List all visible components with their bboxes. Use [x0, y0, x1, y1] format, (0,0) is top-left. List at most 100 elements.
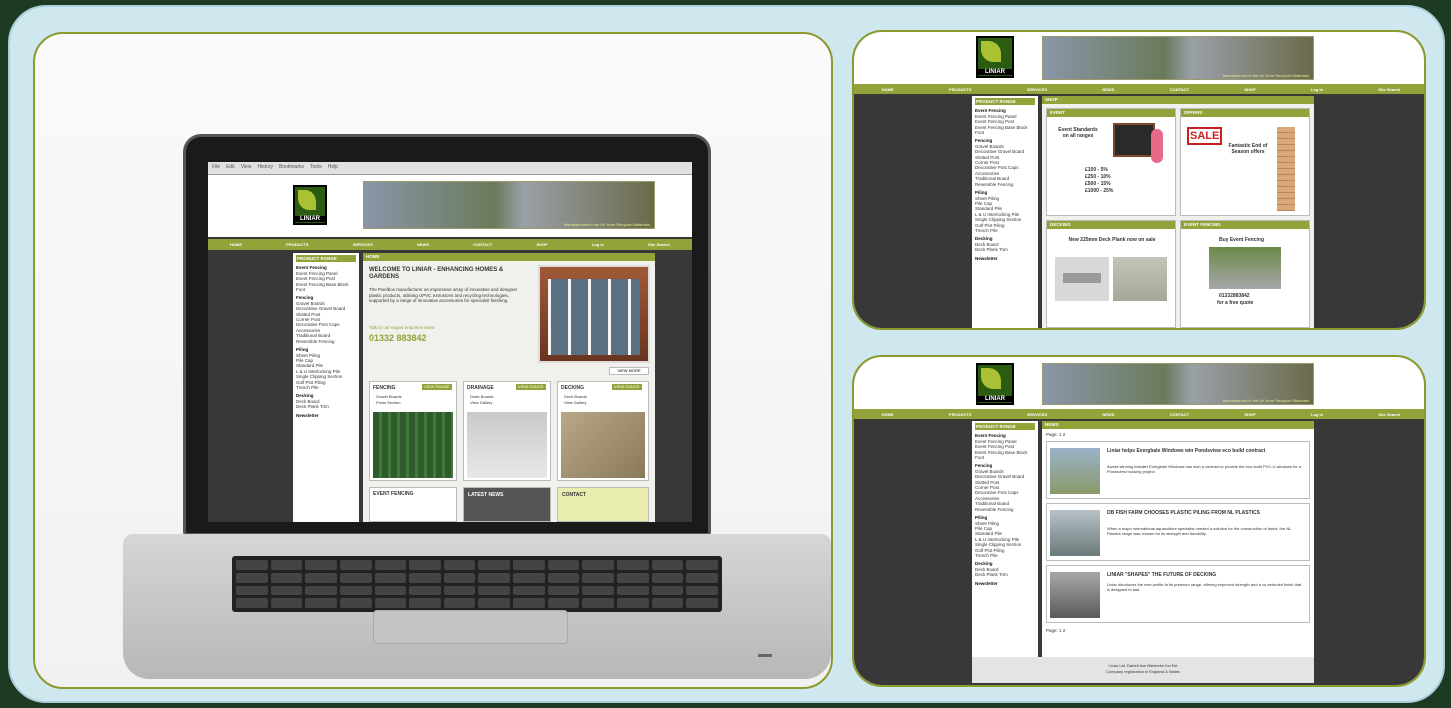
- browser-menu-item[interactable]: Help: [328, 164, 338, 172]
- view-more-button[interactable]: VIEW MORE: [609, 367, 649, 375]
- sidebar-item[interactable]: Reversible Fencing: [975, 182, 1035, 187]
- cell-head: EVENT: [1047, 109, 1175, 117]
- nav-contact[interactable]: CONTACT: [473, 242, 492, 247]
- browser-menu-item[interactable]: View: [241, 164, 252, 172]
- browser-menu-item[interactable]: History: [257, 164, 273, 172]
- shop-cell-event[interactable]: EVENT Event Standards on all ranges £100…: [1046, 108, 1176, 216]
- nav-home[interactable]: HOME: [882, 412, 894, 417]
- sidebar-item[interactable]: Deck Plank Trim: [296, 404, 356, 409]
- news-item[interactable]: Liniar helps Evergbale Windows win Ponds…: [1046, 441, 1310, 499]
- cell-title: New 225mm Deck Plank now on sale: [1068, 237, 1156, 243]
- laptop-panel: File Edit View History Bookmarks Tools H…: [33, 32, 833, 689]
- browser-menubar: File Edit View History Bookmarks Tools H…: [208, 162, 692, 175]
- news-item[interactable]: LINIAR "SHAPES" THE FUTURE OF DECKING Li…: [1046, 565, 1310, 623]
- sidebar-item[interactable]: Deck Plank Trim: [975, 247, 1035, 252]
- sidebar-item[interactable]: Trench Pile: [296, 385, 356, 390]
- liniar-logo[interactable]: LINIAR: [976, 36, 1014, 78]
- sidebar-item[interactable]: Reversible Fencing: [975, 507, 1035, 512]
- sidebar-group-title[interactable]: Newsletter: [975, 581, 1035, 586]
- site-footer: Liniar Ltd. Dabell Ave Blenheim Ind Est …: [972, 657, 1314, 683]
- phone-number[interactable]: 01332 883842: [369, 333, 427, 343]
- sidebar-item[interactable]: Deck Plank Trim: [975, 572, 1035, 577]
- cell-sub: for a free quote: [1217, 300, 1254, 306]
- news-pager-bottom[interactable]: Page: 1 2: [1046, 628, 1065, 634]
- nav-home[interactable]: HOME: [882, 87, 894, 92]
- sidebar-group-title[interactable]: Newsletter: [975, 256, 1035, 261]
- laptop-screen: File Edit View History Bookmarks Tools H…: [208, 162, 692, 522]
- news-title[interactable]: DB FISH FARM CHOOSES PLASTIC PILING FROM…: [1107, 510, 1303, 516]
- tile-title: EVENT FENCING: [373, 491, 414, 497]
- nav-news[interactable]: NEWS: [417, 242, 429, 247]
- cell-phone[interactable]: 01332883842: [1219, 293, 1250, 299]
- sidebar-item[interactable]: Reversible Fencing: [296, 339, 356, 344]
- tile-bullet[interactable]: Posts Section: [376, 400, 400, 406]
- news-body: Award-winning installer Evergbale Window…: [1107, 464, 1302, 474]
- laptop-keyboard: [232, 556, 722, 612]
- news-item[interactable]: DB FISH FARM CHOOSES PLASTIC PILING FROM…: [1046, 503, 1310, 561]
- shop-cell-event-fencing[interactable]: EVENT FENCING Buy Event Fencing 01332883…: [1180, 220, 1310, 328]
- nav-shop[interactable]: SHOP: [1244, 87, 1255, 92]
- board-sample: [1277, 127, 1295, 211]
- event-fencing-photo: [1209, 247, 1281, 289]
- nav-shop[interactable]: SHOP: [536, 242, 547, 247]
- price-line: £100 - 5%: [1085, 167, 1108, 173]
- view-range-button[interactable]: VIEW RANGE: [516, 384, 546, 390]
- browser-menu-item[interactable]: File: [212, 164, 220, 172]
- fencing-tile[interactable]: FENCING VIEW RANGE Gravel Boards Posts S…: [369, 381, 457, 481]
- header-banner: Manufactured in the UK from Recycled Mat…: [1042, 363, 1314, 405]
- search-link[interactable]: Site Search: [648, 242, 670, 247]
- nav-products[interactable]: PRODUCTS: [949, 87, 971, 92]
- nav-news[interactable]: NEWS: [1102, 87, 1114, 92]
- laptop-lid: File Edit View History Bookmarks Tools H…: [183, 134, 711, 536]
- news-title[interactable]: LINIAR "SHAPES" THE FUTURE OF DECKING: [1107, 572, 1303, 578]
- news-pager[interactable]: Page: 1 2: [1046, 432, 1065, 438]
- sidebar-item[interactable]: Foot: [975, 130, 1035, 135]
- browser-menu-item[interactable]: Bookmarks: [279, 164, 304, 172]
- tile-title: CONTACT: [562, 492, 587, 498]
- nav-contact[interactable]: CONTACT: [1170, 412, 1189, 417]
- news-title[interactable]: Liniar helps Evergbale Windows win Ponds…: [1107, 448, 1303, 454]
- welcome-heading: WELCOME TO LINIAR - ENHANCING HOMES & GA…: [369, 267, 504, 280]
- tile-bullet[interactable]: View Gallery: [470, 400, 492, 406]
- shop-page: LINIAR Manufactured in the UK from Recyc…: [854, 32, 1424, 328]
- nav-contact[interactable]: CONTACT: [1170, 87, 1189, 92]
- event-fencing-tile[interactable]: EVENT FENCING: [369, 487, 457, 522]
- nav-news[interactable]: NEWS: [1102, 412, 1114, 417]
- browser-menu-item[interactable]: Edit: [226, 164, 235, 172]
- nav-products[interactable]: PRODUCTS: [949, 412, 971, 417]
- nav-services[interactable]: SERVICES: [353, 242, 373, 247]
- login-link[interactable]: Log In: [1311, 87, 1323, 92]
- sidebar-item[interactable]: Trench Pile: [975, 228, 1035, 233]
- view-range-button[interactable]: VIEW RANGE: [612, 384, 642, 390]
- sidebar-group-title[interactable]: Newsletter: [296, 413, 356, 418]
- login-link[interactable]: Log In: [592, 242, 604, 247]
- tile-bullet[interactable]: View Gallery: [564, 400, 586, 406]
- nav-services[interactable]: SERVICES: [1027, 412, 1047, 417]
- browser-menu-item[interactable]: Tools: [310, 164, 322, 172]
- news-thumbnail: [1050, 510, 1100, 556]
- main-nav: HOME PRODUCTS SERVICES NEWS CONTACT SHOP…: [854, 409, 1424, 419]
- nav-shop[interactable]: SHOP: [1244, 412, 1255, 417]
- tile-title: DECKING: [561, 385, 585, 391]
- shop-cell-decking[interactable]: DECKING New 225mm Deck Plank now on sale: [1046, 220, 1176, 328]
- nav-services[interactable]: SERVICES: [1027, 87, 1047, 92]
- nav-home[interactable]: HOME: [230, 242, 242, 247]
- sidebar-item[interactable]: Trench Pile: [975, 553, 1035, 558]
- contact-tile[interactable]: CONTACT: [557, 487, 649, 522]
- login-link[interactable]: Log In: [1311, 412, 1323, 417]
- sidebar-item[interactable]: Foot: [296, 287, 356, 292]
- shop-cell-offers[interactable]: OFFERS SALE Fantastic End of Season offe…: [1180, 108, 1310, 216]
- drainage-tile[interactable]: DRAINAGE VIEW RANGE Drain Boards View Ga…: [463, 381, 551, 481]
- decking-tile[interactable]: DECKING VIEW RANGE Deck Boards View Gall…: [557, 381, 649, 481]
- search-link[interactable]: Site Search: [1378, 412, 1400, 417]
- search-link[interactable]: Site Search: [1378, 87, 1400, 92]
- cell-head: EVENT FENCING: [1181, 221, 1309, 229]
- latest-news-tile[interactable]: LATEST NEWS: [463, 487, 551, 522]
- liniar-logo[interactable]: LINIAR: [293, 185, 327, 225]
- nav-products[interactable]: PRODUCTS: [286, 242, 308, 247]
- news-thumbnail: [1050, 448, 1100, 494]
- liniar-logo[interactable]: LINIAR: [976, 363, 1014, 405]
- view-range-button[interactable]: VIEW RANGE: [422, 384, 452, 390]
- home-content: HOME WELCOME TO LINIAR - ENHANCING HOMES…: [363, 253, 655, 522]
- sidebar-item[interactable]: Foot: [975, 455, 1035, 460]
